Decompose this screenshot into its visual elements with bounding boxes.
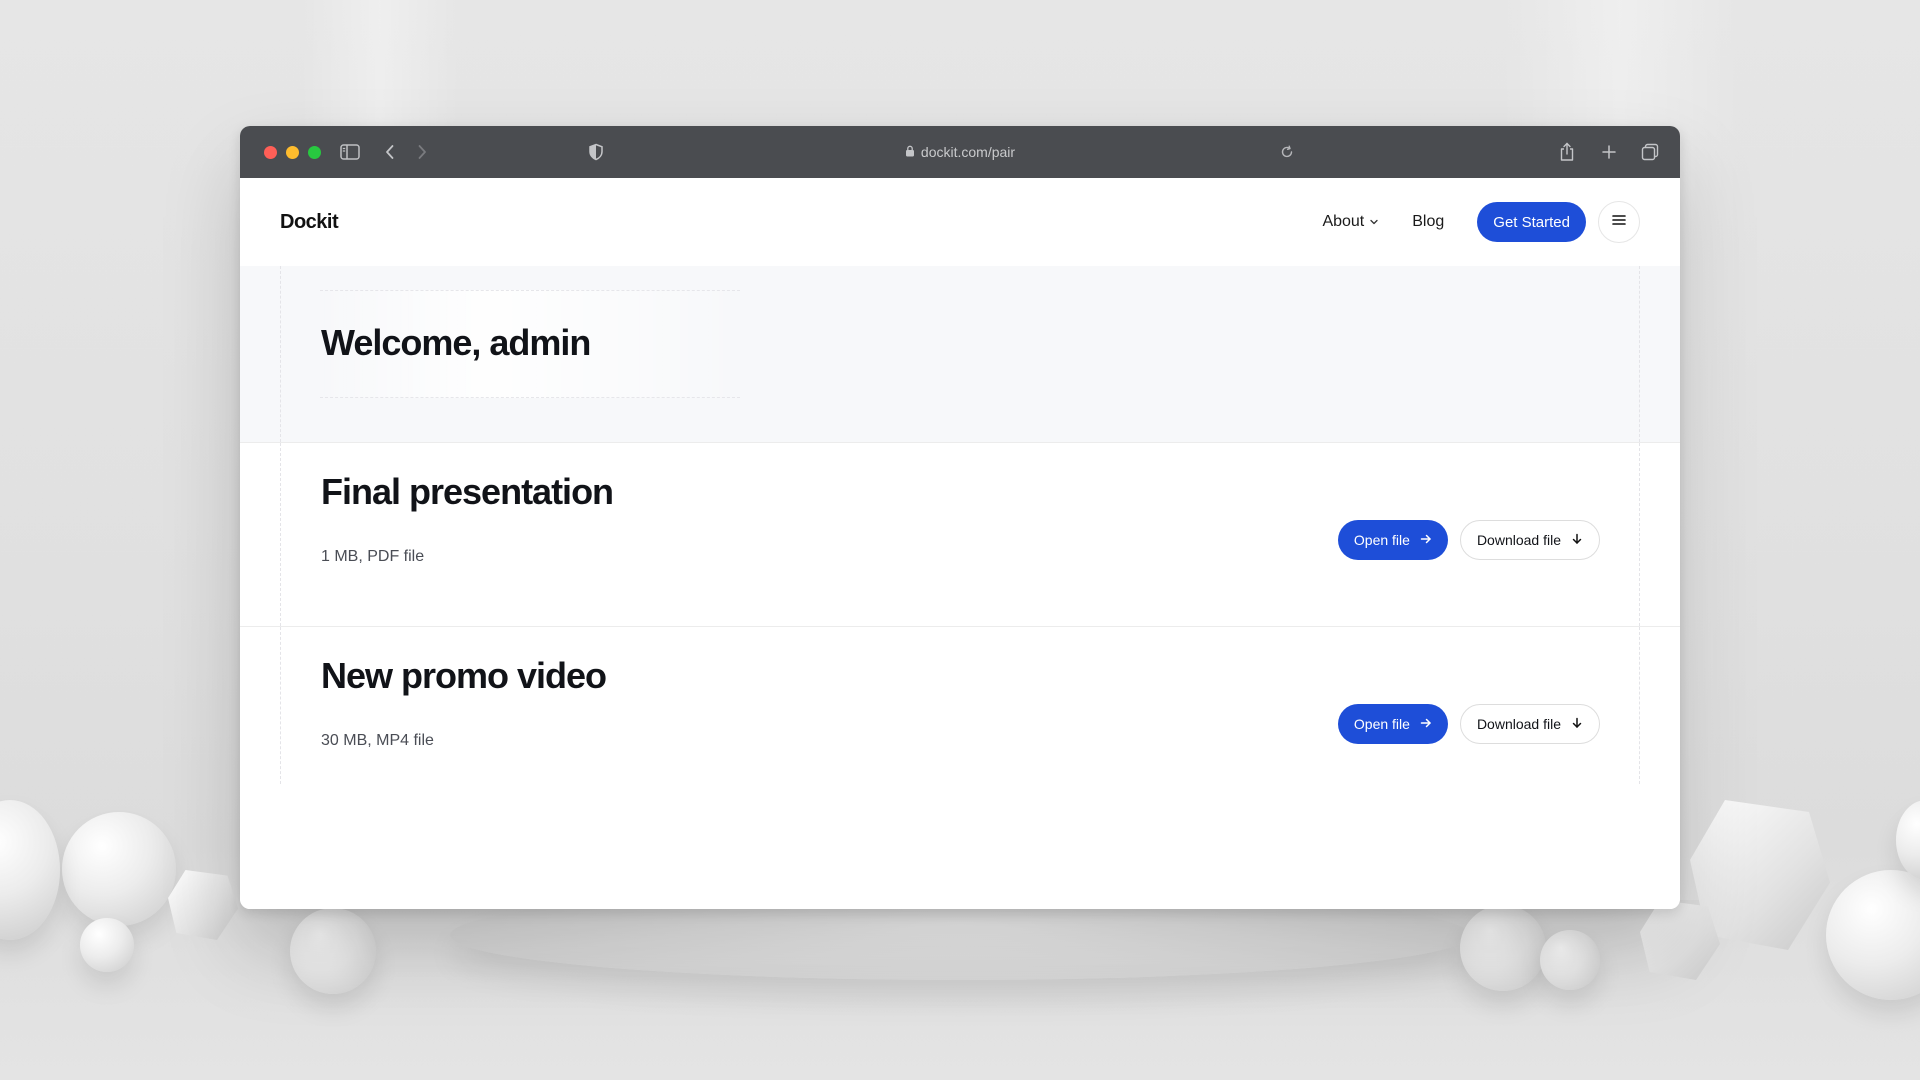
- page-title: Welcome, admin: [321, 322, 591, 363]
- guide-line: [1639, 266, 1640, 442]
- browser-window: dockit.com/pair Dockit About Blog Get St…: [240, 126, 1680, 909]
- file-title: New promo video: [321, 655, 607, 696]
- download-file-label: Download file: [1476, 532, 1561, 548]
- background-sphere: [1540, 930, 1600, 990]
- file-actions: Open file Download file: [1337, 520, 1600, 560]
- window-controls: [264, 145, 321, 159]
- logo[interactable]: Dockit: [280, 211, 339, 234]
- chevron-down-icon: [1369, 213, 1379, 231]
- menu-button[interactable]: [1598, 201, 1640, 243]
- background-sphere: [62, 812, 176, 926]
- file-card: New promo video 30 MB, MP4 file Open fil…: [240, 627, 1680, 810]
- web-page: Dockit About Blog Get Started Welcome, a…: [240, 178, 1680, 909]
- get-started-button[interactable]: Get Started: [1477, 202, 1586, 242]
- minimize-window-button[interactable]: [286, 145, 299, 159]
- background-polyhedron: [168, 870, 238, 940]
- arrow-down-icon: [1571, 532, 1583, 548]
- file-meta: 1 MB, PDF file: [321, 548, 425, 565]
- file-title: Final presentation: [321, 471, 614, 512]
- background-sphere: [80, 918, 134, 972]
- address-bar[interactable]: dockit.com/pair: [240, 126, 1680, 178]
- background-sphere: [1826, 870, 1920, 1000]
- file-actions: Open file Download file: [1337, 704, 1600, 744]
- guide-line: [1639, 443, 1640, 626]
- guide-line: [280, 443, 281, 626]
- header-nav: About Blog Get Started: [1322, 201, 1640, 243]
- browser-toolbar: dockit.com/pair: [240, 126, 1680, 178]
- open-file-label: Open file: [1353, 716, 1410, 732]
- lock-icon: [905, 144, 915, 160]
- share-icon[interactable]: [1556, 126, 1578, 178]
- open-file-button[interactable]: Open file: [1337, 520, 1448, 560]
- guide-line: [1639, 627, 1640, 784]
- site-header: Dockit About Blog Get Started: [240, 178, 1680, 266]
- shield-icon[interactable]: [586, 126, 606, 178]
- background-sphere: [290, 908, 376, 994]
- nav-about[interactable]: About: [1322, 213, 1379, 231]
- tabs-overview-icon[interactable]: [1639, 126, 1661, 178]
- guide-line: [280, 266, 281, 442]
- arrow-right-icon: [1420, 716, 1432, 732]
- chevron-left-icon[interactable]: [380, 126, 400, 178]
- url-text[interactable]: dockit.com/pair: [921, 144, 1015, 160]
- arrow-right-icon: [1420, 532, 1432, 548]
- zoom-window-button[interactable]: [308, 145, 321, 159]
- download-file-button[interactable]: Download file: [1459, 520, 1600, 560]
- background-sphere: [1896, 800, 1920, 880]
- download-file-button[interactable]: Download file: [1459, 704, 1600, 744]
- nav-blog[interactable]: Blog: [1412, 213, 1444, 231]
- chevron-right-icon[interactable]: [412, 126, 432, 178]
- plus-icon[interactable]: [1598, 126, 1620, 178]
- background-sphere: [0, 800, 60, 940]
- background-sphere: [1460, 905, 1546, 991]
- download-file-label: Download file: [1476, 716, 1561, 732]
- close-window-button[interactable]: [264, 145, 277, 159]
- file-card: Final presentation 1 MB, PDF file Open f…: [240, 443, 1680, 627]
- nav-about-label: About: [1322, 213, 1365, 230]
- arrow-down-icon: [1571, 716, 1583, 732]
- guide-line: [280, 627, 281, 784]
- background-polyhedron: [1640, 900, 1720, 980]
- open-file-button[interactable]: Open file: [1337, 704, 1448, 744]
- open-file-label: Open file: [1353, 532, 1410, 548]
- reload-icon[interactable]: [1277, 126, 1297, 178]
- file-meta: 30 MB, MP4 file: [321, 732, 434, 749]
- sidebar-icon[interactable]: [336, 126, 364, 178]
- welcome-section: Welcome, admin: [240, 266, 1680, 443]
- hamburger-icon: [1611, 213, 1627, 231]
